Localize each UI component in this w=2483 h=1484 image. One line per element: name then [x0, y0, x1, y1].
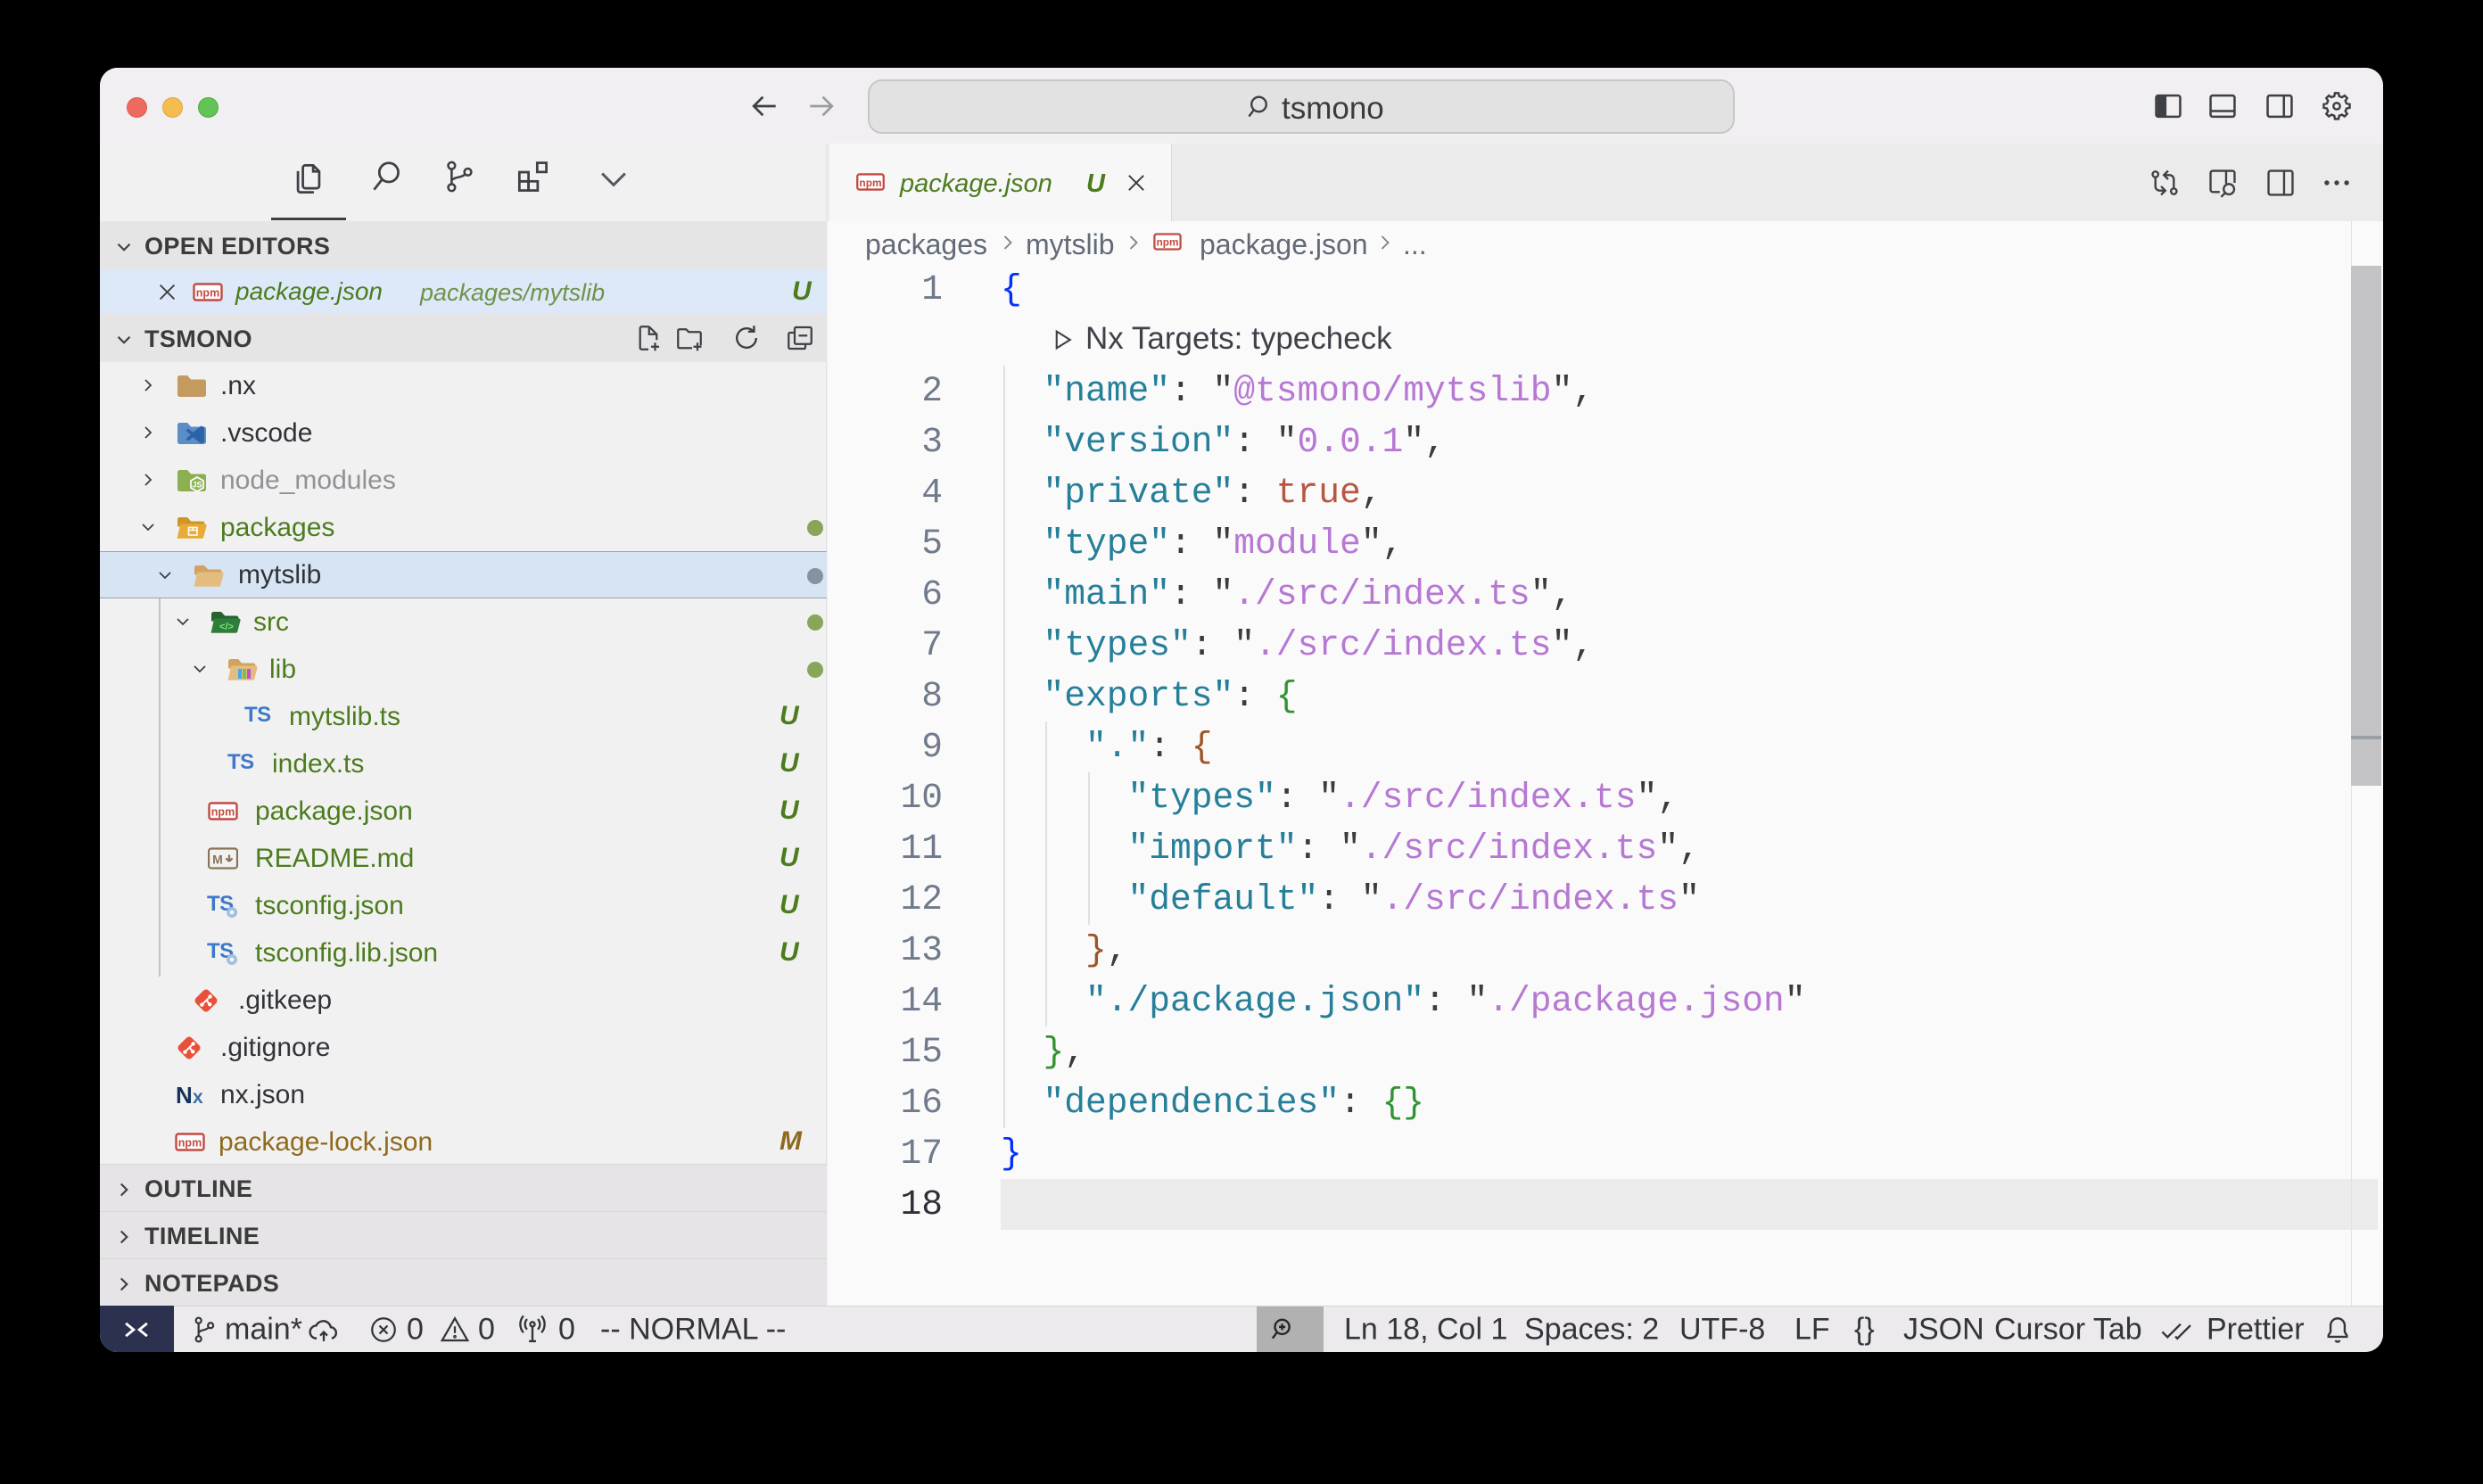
svg-text:M: M — [212, 853, 223, 867]
svg-text:npm: npm — [196, 287, 219, 300]
svg-text:npm: npm — [1157, 237, 1179, 249]
svg-text:</>: </> — [219, 622, 234, 632]
svg-text:x: x — [193, 1087, 203, 1108]
svg-text:JS: JS — [192, 481, 202, 490]
svg-text:npm: npm — [211, 806, 235, 819]
svg-text:N: N — [176, 1082, 193, 1109]
svg-text:npm: npm — [859, 177, 881, 189]
svg-text:npm: npm — [178, 1137, 202, 1150]
